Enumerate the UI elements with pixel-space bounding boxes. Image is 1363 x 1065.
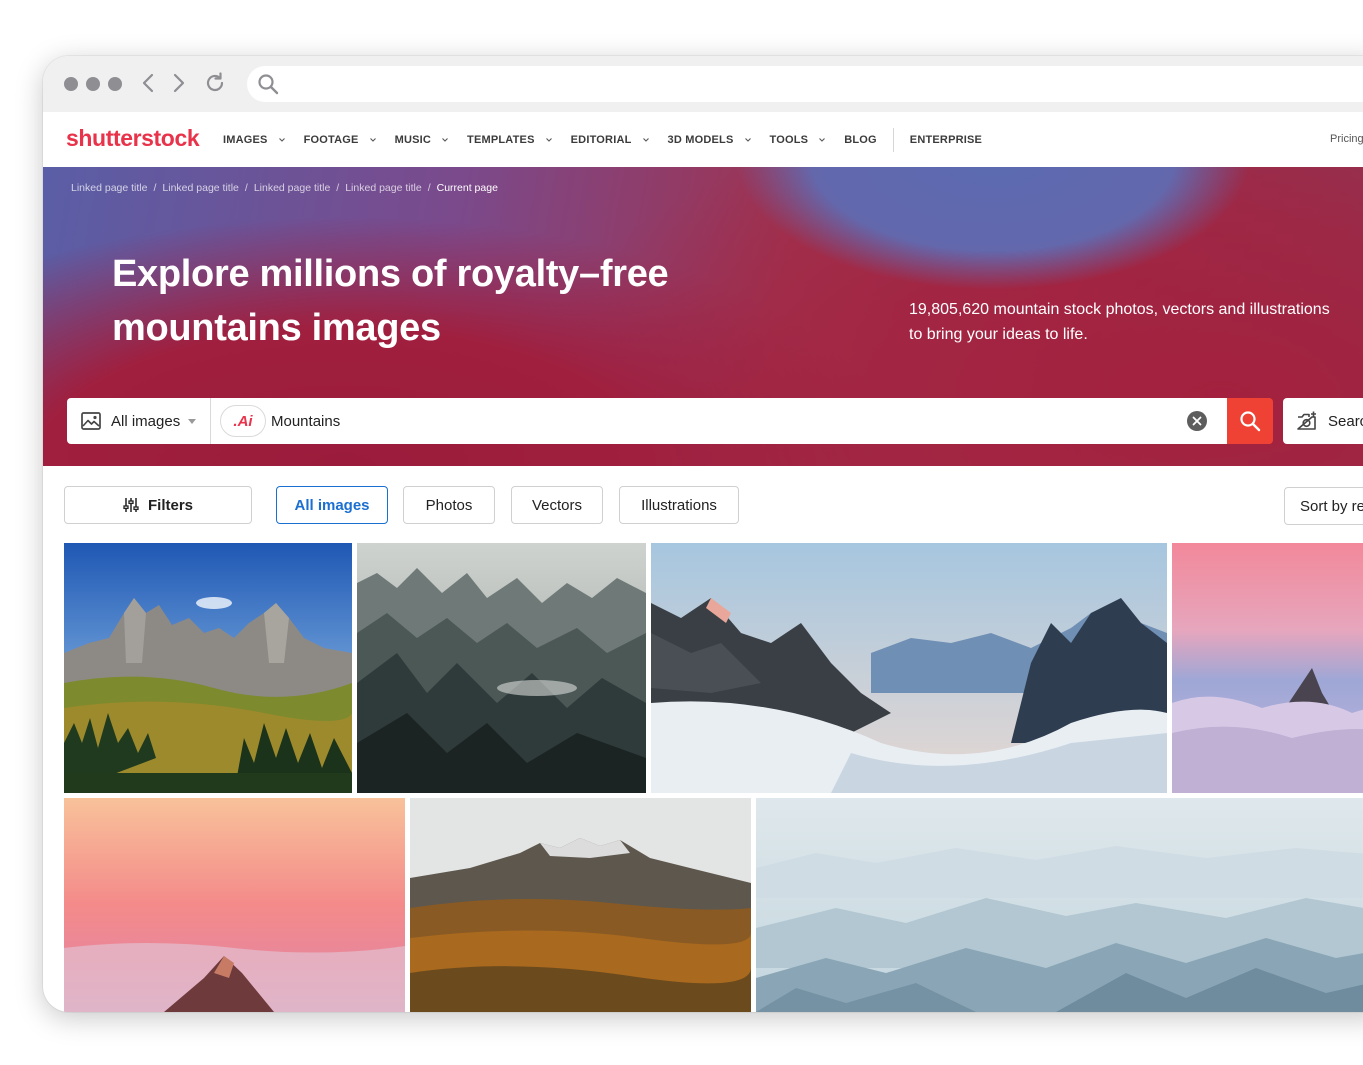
ai-search-toggle[interactable]: .Ai [220,405,266,437]
chevron-down-icon [442,137,448,142]
breadcrumb-link[interactable]: Linked page title [345,182,421,194]
mountain-image-sunset-clouds[interactable] [1172,543,1363,793]
nav-music[interactable]: MUSIC [395,134,449,146]
breadcrumb: Linked page title / Linked page title / Link… [71,182,498,194]
search-by-image-button[interactable]: Search [1283,398,1363,444]
filter-illustrations[interactable]: Illustrations [619,486,739,524]
search-button[interactable] [1227,398,1273,444]
chevron-down-icon [642,137,649,142]
site-header: shutterstock IMAGES FOOTAGE MUSIC TEMPLA… [43,112,1363,168]
chevron-down-icon [278,137,285,142]
nav-tools[interactable]: TOOLS [770,134,827,146]
page-title: Explore millions of royalty–free mountai… [112,247,732,355]
subtitle-line: 19,805,620 mountain stock photos, vector… [909,301,1330,318]
search-bar: All images .Ai [67,398,1273,444]
search-icon [258,74,279,95]
mountain-image-misty-peaks[interactable] [357,543,646,793]
filters-label: Filters [147,496,193,514]
breadcrumb-separator: / [153,182,157,194]
nav-label: IMAGES [223,133,268,146]
filter-photos[interactable]: Photos [403,486,495,524]
search-input[interactable] [271,398,1171,444]
nav-label: TEMPLATES [467,133,535,146]
breadcrumb-link[interactable]: Linked page title [71,182,147,194]
window-minimize-dot[interactable] [86,77,100,91]
nav-divider [892,127,894,152]
breadcrumb-link[interactable]: Linked page title [254,182,330,194]
camera-plus-icon [1297,411,1316,430]
nav-3d-models[interactable]: 3D MODELS [668,134,752,146]
mountain-image-peach-sunset[interactable] [64,798,405,1012]
breadcrumb-link[interactable]: Linked page title [162,182,238,194]
nav-blog[interactable]: BLOG [844,134,877,146]
chevron-down-icon [744,137,751,142]
search-icon [1240,411,1261,432]
mountain-image-glacier[interactable] [651,543,1167,793]
subtitle-line: to bring your ideas to life. [909,326,1088,343]
nav-label: FOOTAGE [303,133,359,146]
sort-dropdown[interactable]: Sort by relevant [1284,487,1363,525]
nav-label: ENTERPRISE [909,133,983,146]
breadcrumb-separator: / [427,182,431,194]
page-title-line: mountains images [112,307,441,349]
mountain-image-dolomites[interactable] [64,543,352,793]
main-nav: IMAGES FOOTAGE MUSIC TEMPLATES EDITORIAL… [223,112,1000,167]
breadcrumb-separator: / [244,182,248,194]
hero-banner: Linked page title / Linked page title / Link… [43,167,1363,466]
nav-templates[interactable]: TEMPLATES [467,134,553,146]
nav-label: EDITORIAL [570,133,632,146]
nav-footage[interactable]: FOOTAGE [304,134,377,146]
image-icon [81,412,101,430]
nav-label: TOOLS [769,133,809,146]
browser-toolbar [43,56,1363,113]
sliders-icon [123,498,139,512]
address-bar[interactable] [247,66,1363,102]
nav-enterprise[interactable]: ENTERPRISE [910,134,982,146]
filter-bar: Filters All images Photos Vectors Illust… [43,486,1363,526]
media-type-label: All images [111,412,181,430]
mountain-image-autumn-forest[interactable] [410,798,751,1012]
window-close-dot[interactable] [64,77,78,91]
chevron-down-icon [369,137,376,142]
caret-down-icon [188,418,197,424]
shutterstock-logo[interactable]: shutterstock [66,123,200,153]
search-by-image-label: Search [1328,412,1363,430]
filter-vectors[interactable]: Vectors [511,486,603,524]
page-subtitle: 19,805,620 mountain stock photos, vector… [909,297,1363,347]
chevron-down-icon [819,137,826,142]
media-type-dropdown[interactable]: All images [67,398,211,444]
nav-editorial[interactable]: EDITORIAL [571,134,650,146]
browser-window: shutterstock IMAGES FOOTAGE MUSIC TEMPLA… [43,56,1363,1012]
nav-images[interactable]: IMAGES [223,134,286,146]
nav-label: MUSIC [394,133,432,146]
clear-icon[interactable] [1187,411,1207,431]
breadcrumb-current: Current page [436,182,498,194]
chevron-down-icon [545,137,552,142]
breadcrumb-separator: / [336,182,340,194]
forward-icon[interactable] [166,71,190,95]
back-icon[interactable] [137,71,161,95]
pricing-link[interactable]: Pricing [1330,133,1363,145]
page-title-line: Explore millions of royalty–free [112,253,669,295]
filter-all-images[interactable]: All images [276,486,388,524]
mountain-image-blue-haze[interactable] [756,798,1363,1012]
filters-button[interactable]: Filters [64,486,252,524]
nav-label: BLOG [844,133,877,146]
nav-label: 3D MODELS [667,133,734,146]
window-maximize-dot[interactable] [108,77,122,91]
reload-icon[interactable] [203,71,227,95]
